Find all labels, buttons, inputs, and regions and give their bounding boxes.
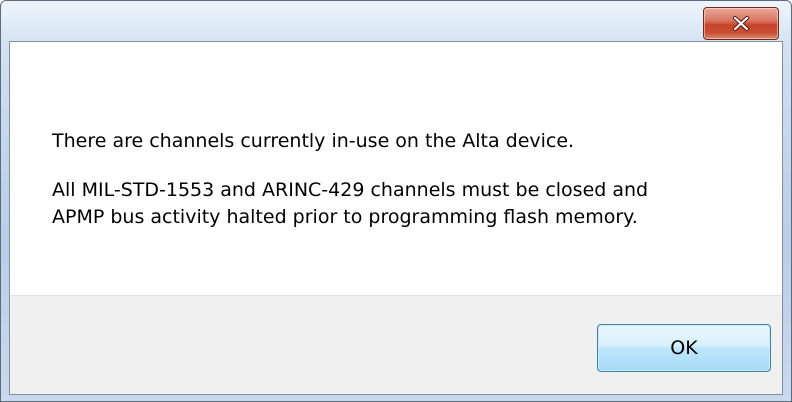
close-icon xyxy=(733,16,749,31)
message-line-2: All MIL-STD-1553 and ARINC-429 channels … xyxy=(52,177,752,231)
ok-button[interactable]: OK xyxy=(597,324,771,372)
title-bar[interactable] xyxy=(1,1,791,41)
button-area: OK xyxy=(10,295,782,394)
close-button[interactable] xyxy=(703,7,779,40)
message-area: There are channels currently in-use on t… xyxy=(10,42,782,295)
dialog-window: There are channels currently in-use on t… xyxy=(0,0,792,402)
message-text: There are channels currently in-use on t… xyxy=(52,128,752,231)
message-line-1: There are channels currently in-use on t… xyxy=(52,130,575,152)
message-line-3-text: APMP bus activity halted prior to progra… xyxy=(52,206,638,228)
message-line-2-text: All MIL-STD-1553 and ARINC-429 channels … xyxy=(52,179,649,201)
dialog-client-area: There are channels currently in-use on t… xyxy=(9,41,783,395)
